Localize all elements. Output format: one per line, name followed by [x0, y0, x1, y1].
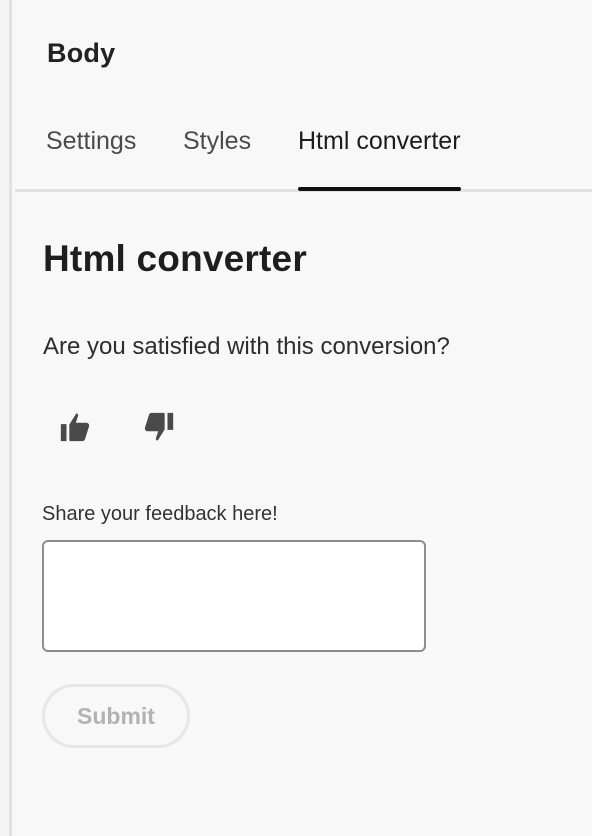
feedback-label: Share your feedback here! [42, 503, 278, 525]
thumbs-up-button[interactable] [53, 405, 97, 449]
submit-button[interactable]: Submit [42, 684, 190, 748]
feedback-textarea[interactable] [42, 540, 426, 652]
tab-html-converter[interactable]: Html converter [298, 127, 461, 191]
satisfaction-question: Are you satisfied with this conversion? [43, 333, 450, 360]
thumbs-down-button[interactable] [137, 405, 181, 449]
section-heading: Html converter [43, 238, 307, 279]
tab-styles[interactable]: Styles [183, 127, 251, 189]
thumbs-down-icon [144, 412, 174, 441]
panel-left-rail [0, 0, 12, 836]
tab-settings[interactable]: Settings [46, 127, 136, 189]
properties-panel: Body Settings Styles Html converter Html… [0, 0, 592, 836]
tab-bar: Settings Styles Html converter [15, 118, 592, 192]
panel-title: Body [47, 38, 116, 68]
thumbs-up-icon [60, 413, 90, 442]
